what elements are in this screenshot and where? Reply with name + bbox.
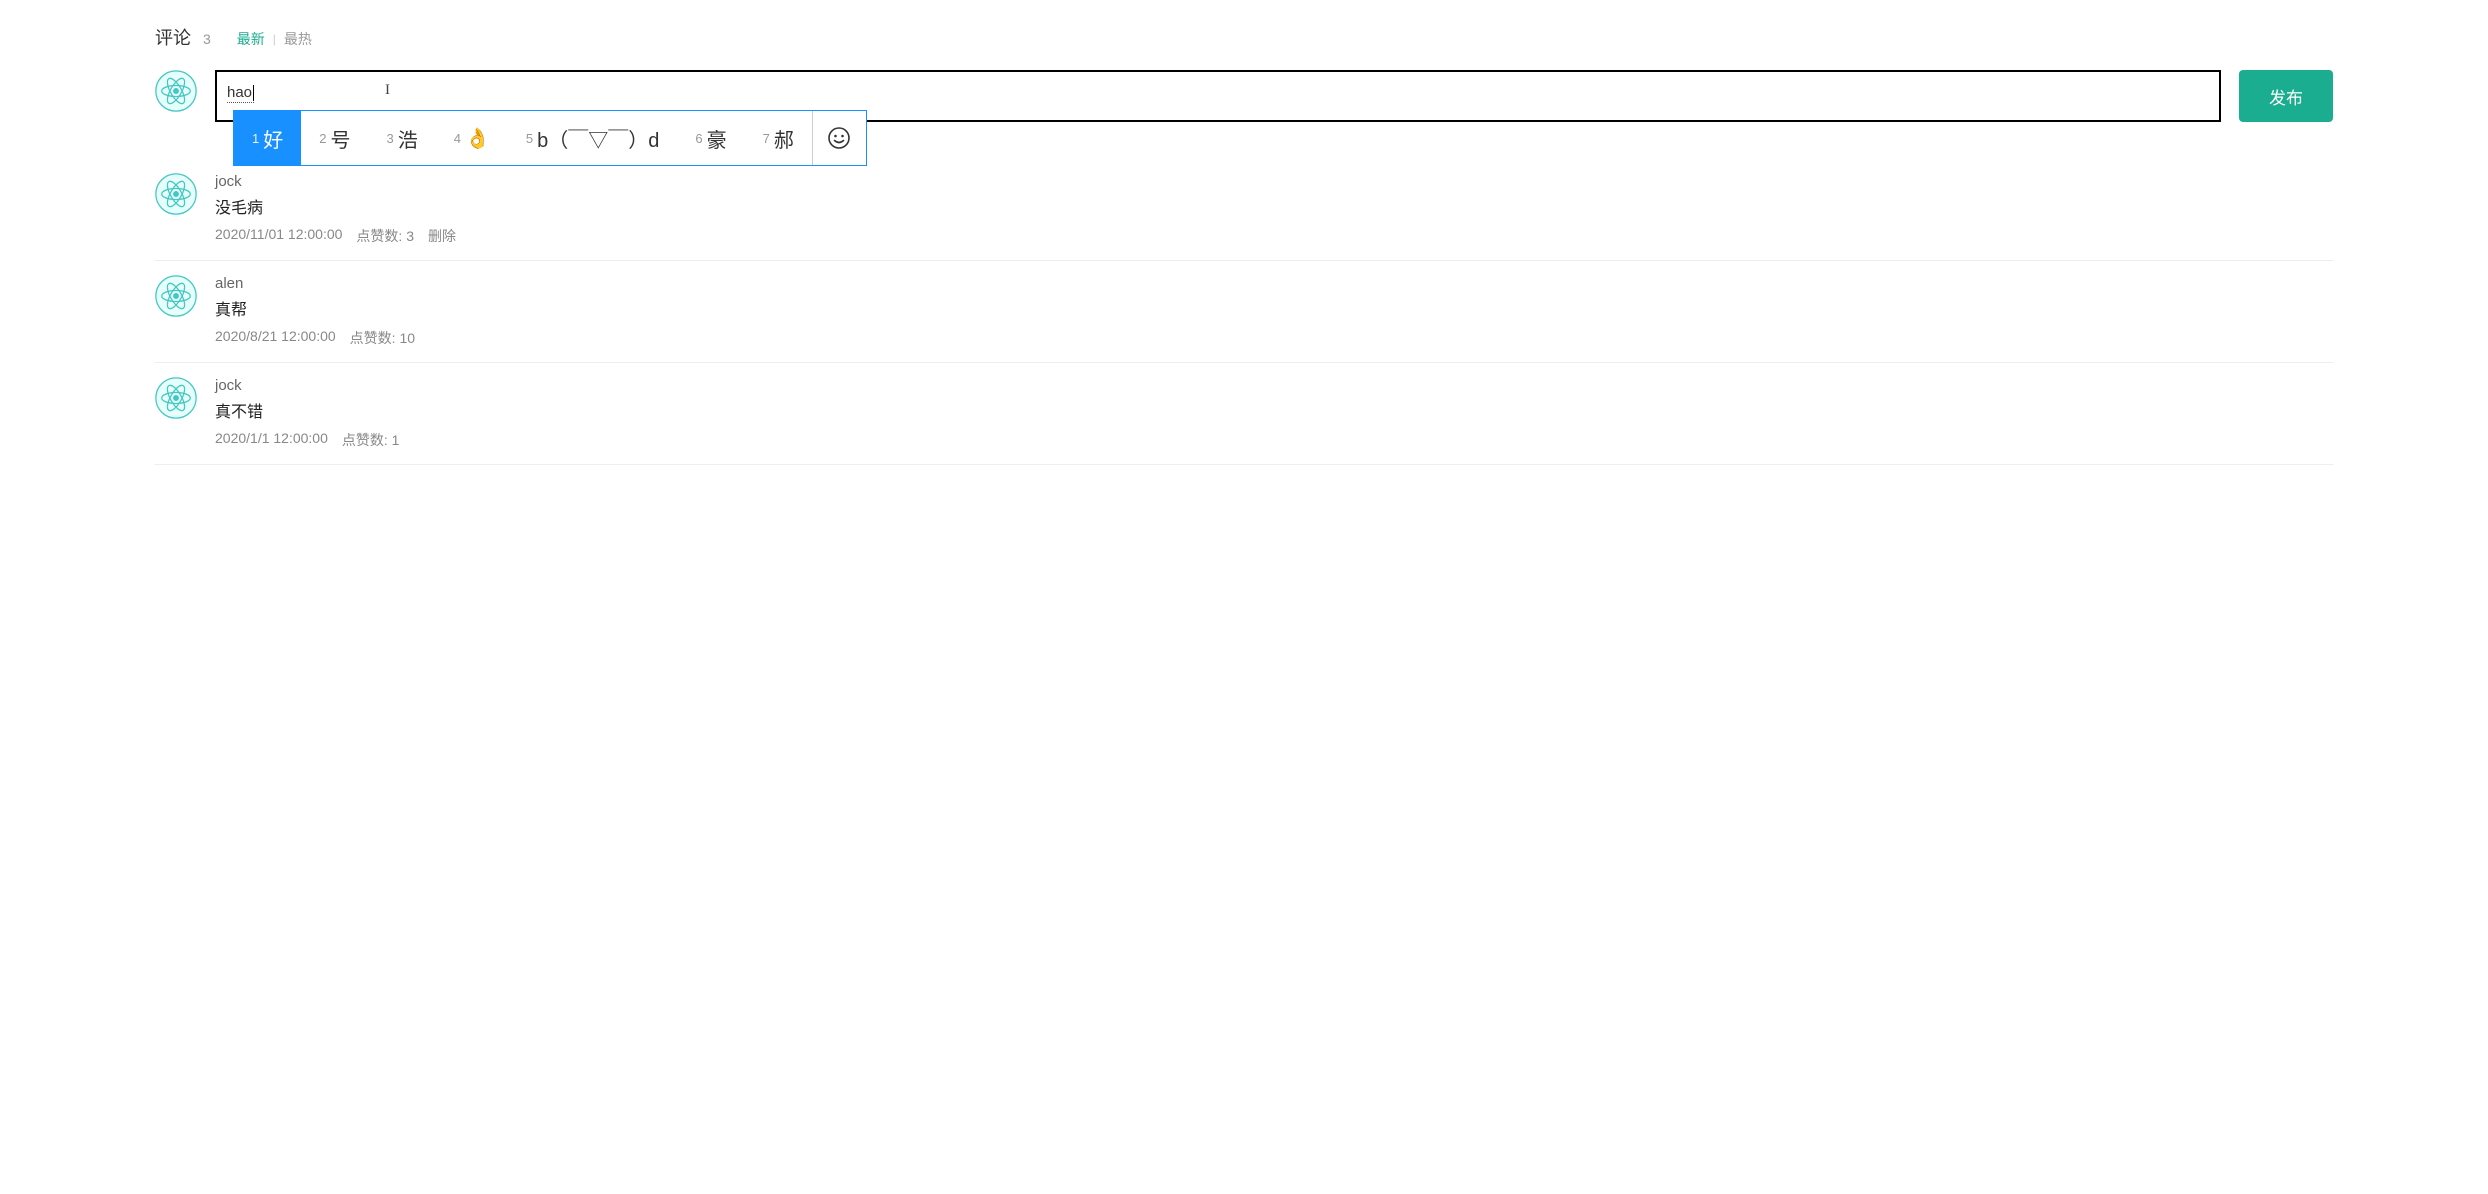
comment-text: 真不错	[215, 398, 2333, 422]
comment-username: alen	[215, 275, 2333, 292]
tab-latest[interactable]: 最新	[237, 29, 265, 49]
avatar	[155, 173, 197, 215]
ime-emoji-button[interactable]	[812, 111, 866, 165]
avatar	[155, 275, 197, 317]
comment-meta: 2020/8/21 12:00:00 点赞数: 10	[215, 328, 2333, 348]
ime-candidate-1[interactable]: 1 好	[234, 111, 301, 165]
comment-item: jock 真不错 2020/1/1 12:00:00 点赞数: 1	[155, 363, 2333, 465]
comment-time: 2020/8/21 12:00:00	[215, 328, 336, 348]
comment-time: 2020/1/1 12:00:00	[215, 430, 328, 450]
tab-hottest[interactable]: 最热	[284, 29, 312, 49]
like-count[interactable]: 点赞数: 1	[342, 430, 400, 450]
ime-candidate-6[interactable]: 6 豪	[677, 111, 744, 165]
comment-body: jock 真不错 2020/1/1 12:00:00 点赞数: 1	[215, 377, 2333, 450]
like-count[interactable]: 点赞数: 3	[356, 226, 414, 246]
ime-candidate-2[interactable]: 2 号	[301, 111, 368, 165]
sort-tabs: 最新 | 最热	[237, 29, 312, 49]
comment-time: 2020/11/01 12:00:00	[215, 226, 342, 246]
comment-username: jock	[215, 377, 2333, 394]
avatar	[155, 377, 197, 419]
delete-link[interactable]: 删除	[428, 226, 456, 246]
comments-header: 评论 3 最新 | 最热	[155, 24, 2333, 50]
publish-button[interactable]: 发布	[2239, 70, 2333, 122]
comment-meta: 2020/11/01 12:00:00 点赞数: 3 删除	[215, 226, 2333, 246]
comment-text: 真帮	[215, 296, 2333, 320]
comment-text: 没毛病	[215, 194, 2333, 218]
ime-candidate-4[interactable]: 4 👌	[436, 111, 508, 165]
ime-candidate-3[interactable]: 3 浩	[368, 111, 435, 165]
ime-candidate-5[interactable]: 5 b（￣▽￣）d	[508, 111, 677, 165]
like-count[interactable]: 点赞数: 10	[350, 328, 415, 348]
avatar	[155, 70, 197, 112]
comments-count: 3	[203, 31, 211, 47]
react-logo-icon	[155, 70, 197, 112]
smile-icon	[827, 126, 851, 150]
compose-input-wrap: hao I 1 好 2 号 3 浩 4 👌 5 b（￣▽￣）d	[215, 70, 2221, 127]
ime-candidate-panel: 1 好 2 号 3 浩 4 👌 5 b（￣▽￣）d 6 豪	[233, 110, 867, 166]
comment-username: jock	[215, 173, 2333, 190]
compose-row: hao I 1 好 2 号 3 浩 4 👌 5 b（￣▽￣）d	[155, 70, 2333, 127]
ime-candidate-7[interactable]: 7 郝	[745, 111, 812, 165]
comment-body: jock 没毛病 2020/11/01 12:00:00 点赞数: 3 删除	[215, 173, 2333, 246]
comment-meta: 2020/1/1 12:00:00 点赞数: 1	[215, 430, 2333, 450]
comment-item: alen 真帮 2020/8/21 12:00:00 点赞数: 10	[155, 261, 2333, 363]
comment-item: jock 没毛病 2020/11/01 12:00:00 点赞数: 3 删除	[155, 159, 2333, 261]
comment-list: jock 没毛病 2020/11/01 12:00:00 点赞数: 3 删除 alen 真帮…	[155, 159, 2333, 465]
comment-body: alen 真帮 2020/8/21 12:00:00 点赞数: 10	[215, 275, 2333, 348]
comments-title: 评论	[155, 24, 191, 50]
tab-divider: |	[273, 32, 276, 46]
